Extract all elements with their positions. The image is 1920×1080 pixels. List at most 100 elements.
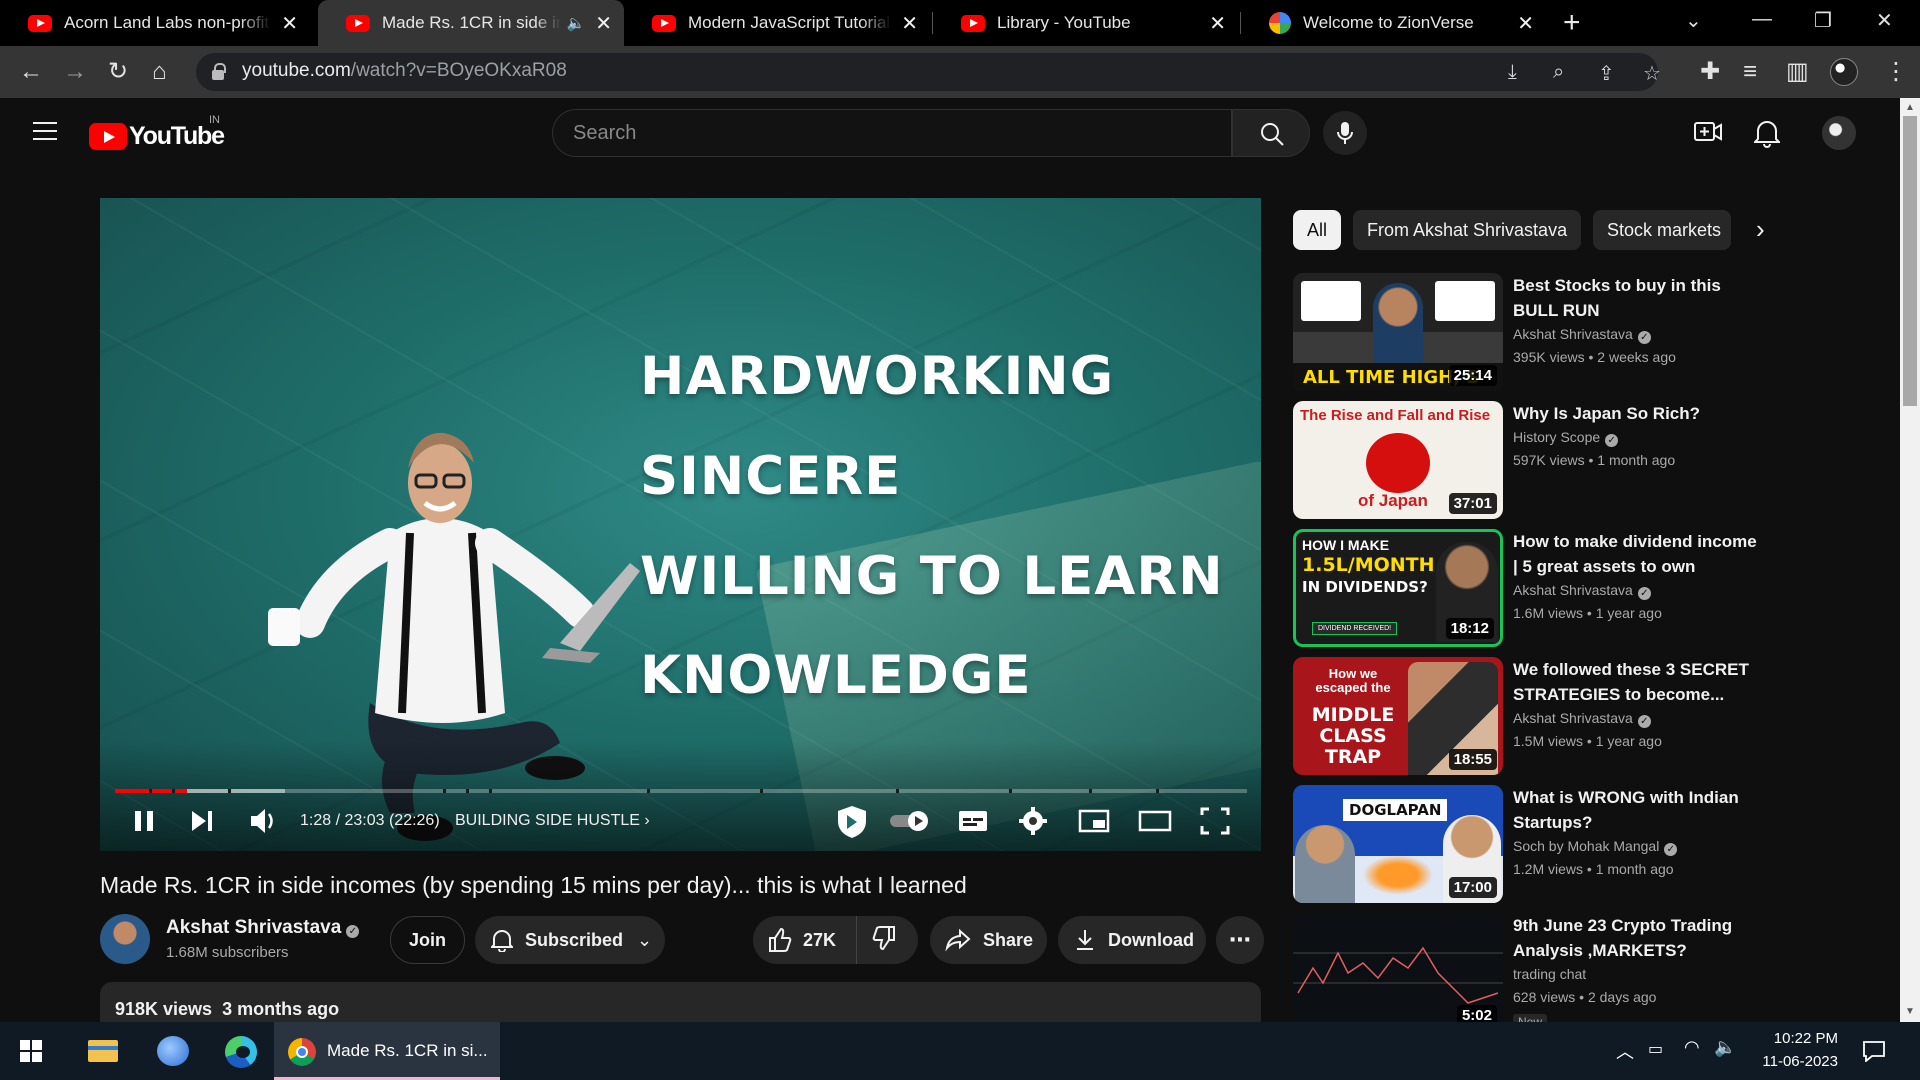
next-video-icon[interactable] xyxy=(188,803,216,835)
recommendation-title[interactable]: Why Is Japan So Rich? xyxy=(1513,401,1763,426)
chapter-title[interactable]: BUILDING SIDE HUSTLE › xyxy=(455,812,650,830)
video-thumbnail[interactable]: The Rise and Fall and Rise of Japan 37:0… xyxy=(1293,401,1503,519)
recommendation-channel[interactable]: trading chat xyxy=(1513,966,1586,982)
url-text[interactable]: youtube.com/watch?v=BOyeOKxaR08 xyxy=(242,60,567,82)
shield-sponsorblock-icon[interactable] xyxy=(833,803,871,841)
show-hidden-icons-chevron-icon[interactable]: ︿ xyxy=(1616,1038,1634,1064)
subtitles-icon[interactable] xyxy=(957,803,989,837)
notifications-center-icon[interactable] xyxy=(1862,1040,1886,1062)
side-panel-icon[interactable]: ▥ xyxy=(1786,58,1809,86)
close-tab-icon[interactable]: ✕ xyxy=(281,11,298,36)
browser-tab[interactable]: Library - YouTube ✕ xyxy=(933,0,1238,46)
notifications-bell-icon[interactable] xyxy=(1754,118,1780,148)
recommendation-channel[interactable]: History Scope ✓ xyxy=(1513,429,1619,447)
search-button[interactable] xyxy=(1232,109,1310,157)
recommendation-item[interactable]: DOGLAPAN 17:00 What is WRONG with Indian… xyxy=(1293,785,1763,903)
dislike-button[interactable] xyxy=(857,925,897,956)
recommendation-item[interactable]: 5:02 9th June 23 Crypto Trading Analysis… xyxy=(1293,913,1763,1022)
recommendation-item[interactable]: The Rise and Fall and Rise of Japan 37:0… xyxy=(1293,401,1763,519)
guide-menu-icon[interactable] xyxy=(33,122,57,140)
join-button[interactable]: Join xyxy=(390,916,465,964)
clock-date[interactable]: 11-06-2023 xyxy=(1750,1053,1838,1070)
edge-browser-icon[interactable] xyxy=(221,1032,261,1070)
voice-search-button[interactable] xyxy=(1323,111,1367,155)
recommendation-channel[interactable]: Soch by Mohak Mangal ✓ xyxy=(1513,838,1678,856)
recommendation-title[interactable]: We followed these 3 SECRET STRATEGIES to… xyxy=(1513,657,1763,707)
video-player[interactable]: HARDWORKING SINCERE WILLING TO LEARN KNO… xyxy=(100,198,1261,851)
progress-bar[interactable] xyxy=(115,789,1247,793)
scrollbar-thumb[interactable] xyxy=(1903,116,1917,406)
share-button[interactable]: Share xyxy=(930,916,1047,964)
recommendation-channel[interactable]: Akshat Shrivastava ✓ xyxy=(1513,582,1651,600)
theater-mode-icon[interactable] xyxy=(1137,803,1173,837)
subscribed-button[interactable]: Subscribed ⌄ xyxy=(475,916,665,964)
close-tab-icon[interactable]: ✕ xyxy=(1517,11,1534,36)
miniplayer-icon[interactable] xyxy=(1077,803,1111,837)
home-icon[interactable]: ⌂ xyxy=(152,58,167,86)
video-thumbnail[interactable]: HOW I MAKE 1.5L/MONTH IN DIVIDENDS? DIVI… xyxy=(1293,529,1503,647)
channel-name[interactable]: Akshat Shrivastava ✓ xyxy=(166,917,360,939)
address-bar[interactable]: youtube.com/watch?v=BOyeOKxaR08 ⤓ ⌕ ⇪ ☆ xyxy=(196,53,1661,91)
zoom-icon[interactable]: ⌕ xyxy=(1553,61,1564,84)
download-button[interactable]: Download xyxy=(1058,916,1206,964)
close-tab-icon[interactable]: ✕ xyxy=(595,11,612,36)
recommendation-title[interactable]: Best Stocks to buy in this BULL RUN xyxy=(1513,273,1763,323)
install-app-icon[interactable]: ⤓ xyxy=(1508,61,1517,84)
recommendation-channel[interactable]: Akshat Shrivastava ✓ xyxy=(1513,326,1651,344)
tab-search-chevron-icon[interactable]: ⌄ xyxy=(1685,8,1702,33)
taskbar-chrome-window[interactable]: Made Rs. 1CR in si... xyxy=(274,1022,500,1080)
restore-icon[interactable]: ❐ xyxy=(1814,8,1832,33)
battery-icon[interactable]: ▭ xyxy=(1648,1039,1663,1059)
recommendation-title[interactable]: What is WRONG with Indian Startups? xyxy=(1513,785,1763,835)
recommendation-title[interactable]: How to make dividend income | 5 great as… xyxy=(1513,529,1763,579)
recommendation-channel[interactable]: Akshat Shrivastava ✓ xyxy=(1513,710,1651,728)
clock-time[interactable]: 10:22 PM xyxy=(1758,1030,1838,1047)
file-explorer-icon[interactable] xyxy=(84,1032,124,1070)
recommendation-item[interactable]: How we escaped the MIDDLE CLASS TRAP 18:… xyxy=(1293,657,1763,775)
chrome-menu-icon[interactable]: ⋮ xyxy=(1884,58,1908,86)
more-actions-button[interactable]: ⋯ xyxy=(1216,916,1264,964)
browser-tab-active[interactable]: Made Rs. 1CR in side inco 🔈 ✕ xyxy=(318,0,624,46)
settings-gear-icon[interactable] xyxy=(1017,803,1049,837)
profile-avatar[interactable] xyxy=(1830,58,1858,86)
speaker-icon[interactable]: 🔈 xyxy=(567,14,586,32)
share-page-icon[interactable]: ⇪ xyxy=(1598,61,1615,86)
recommendation-item[interactable]: ALL TIME HIGH, S 25:14 Best Stocks to bu… xyxy=(1293,273,1763,391)
chip-from-channel[interactable]: From Akshat Shrivastava xyxy=(1353,210,1582,250)
video-thumbnail[interactable]: 5:02 xyxy=(1293,913,1503,1022)
like-button[interactable]: 27K xyxy=(753,916,857,964)
close-window-icon[interactable]: ✕ xyxy=(1876,8,1893,33)
account-avatar[interactable] xyxy=(1822,116,1856,150)
recommendation-item[interactable]: HOW I MAKE 1.5L/MONTH IN DIVIDENDS? DIVI… xyxy=(1293,529,1763,647)
mail-app-icon[interactable] xyxy=(153,1032,193,1070)
channel-avatar[interactable] xyxy=(100,914,150,964)
video-thumbnail[interactable]: DOGLAPAN 17:00 xyxy=(1293,785,1503,903)
autoplay-toggle[interactable] xyxy=(888,803,932,837)
fullscreen-icon[interactable] xyxy=(1198,803,1232,837)
volume-tray-icon[interactable]: 🔈 xyxy=(1714,1037,1736,1058)
pause-icon[interactable] xyxy=(130,803,158,835)
scroll-down-icon[interactable]: ▼ xyxy=(1905,1006,1915,1017)
new-tab-icon[interactable]: + xyxy=(1563,6,1581,40)
browser-tab[interactable]: Acorn Land Labs non-profit m ✕ xyxy=(0,0,310,46)
youtube-logo[interactable]: YouTube IN xyxy=(89,114,225,151)
close-tab-icon[interactable]: ✕ xyxy=(1209,11,1226,36)
chip-stock-markets[interactable]: Stock markets xyxy=(1593,210,1731,250)
extensions-puzzle-icon[interactable]: ✚ xyxy=(1700,58,1720,86)
video-thumbnail[interactable]: How we escaped the MIDDLE CLASS TRAP 18:… xyxy=(1293,657,1503,775)
browser-tab[interactable]: Modern JavaScript Tutorial #1 ✕ xyxy=(624,0,930,46)
volume-icon[interactable] xyxy=(248,803,278,835)
page-scrollbar[interactable]: ▲ ▼ xyxy=(1900,98,1920,1022)
wifi-icon[interactable]: ◠ xyxy=(1684,1037,1700,1058)
back-icon[interactable]: ← xyxy=(19,58,43,86)
chevron-right-icon[interactable]: › xyxy=(1756,214,1765,245)
video-thumbnail[interactable]: ALL TIME HIGH, S 25:14 xyxy=(1293,273,1503,391)
chip-all[interactable]: All xyxy=(1293,210,1342,250)
search-box[interactable] xyxy=(552,109,1232,157)
browser-tab[interactable]: Welcome to ZionVerse ✕ xyxy=(1241,0,1546,46)
close-tab-icon[interactable]: ✕ xyxy=(901,11,918,36)
forward-icon[interactable]: → xyxy=(63,58,87,86)
bookmark-star-icon[interactable]: ☆ xyxy=(1643,61,1661,86)
media-controls-icon[interactable]: ≡ xyxy=(1743,58,1757,86)
reload-icon[interactable]: ↻ xyxy=(108,58,128,86)
